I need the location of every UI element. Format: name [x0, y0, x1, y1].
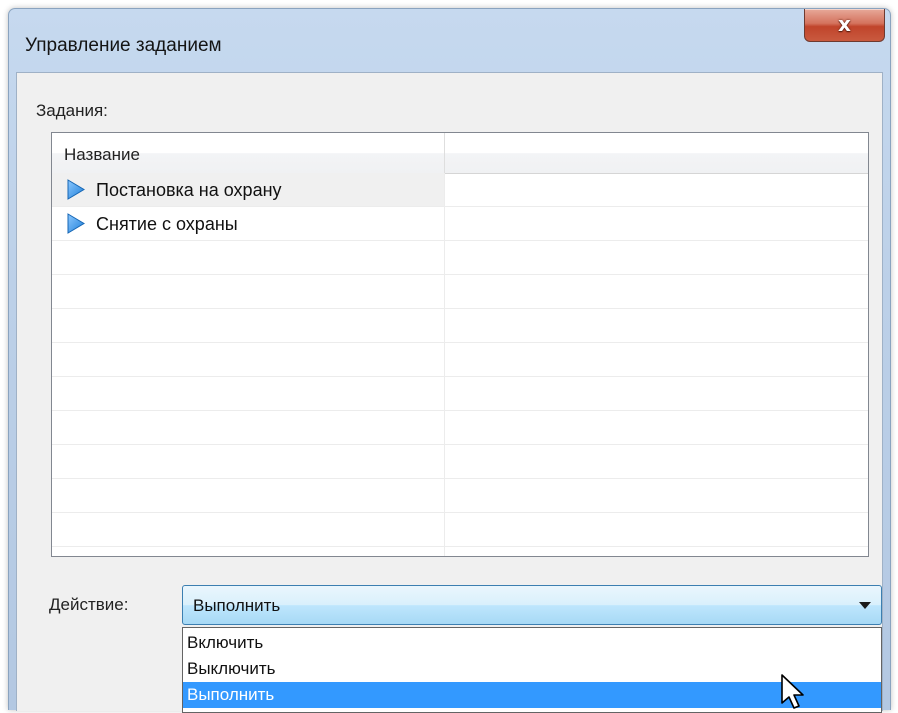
- close-button[interactable]: x: [804, 9, 885, 42]
- dialog-body: Задания: Название Постановка на охрану С…: [16, 72, 883, 713]
- play-triangle-icon: [67, 213, 85, 234]
- empty-row: [52, 309, 868, 343]
- empty-row: [52, 343, 868, 377]
- play-triangle-icon: [67, 179, 85, 200]
- option-disable[interactable]: Выключить: [183, 656, 881, 682]
- list-item[interactable]: Снятие с охраны: [52, 207, 868, 241]
- action-dropdown-list: Включить Выключить Выполнить: [182, 627, 882, 713]
- dialog-window: Управление заданием x Задания: Название: [8, 8, 891, 713]
- empty-row: [52, 275, 868, 309]
- tasks-label: Задания:: [36, 101, 108, 120]
- action-select-value: Выполнить: [193, 596, 281, 615]
- empty-row: [52, 513, 868, 547]
- column-header-name[interactable]: Название: [52, 133, 445, 173]
- empty-row: [52, 377, 868, 411]
- list-item[interactable]: Постановка на охрану: [52, 173, 868, 207]
- empty-row: [52, 241, 868, 275]
- empty-row: [52, 411, 868, 445]
- column-header-empty[interactable]: [445, 133, 868, 173]
- column-header-label: Название: [64, 145, 140, 164]
- list-item-label: Постановка на охрану: [96, 180, 282, 200]
- option-enable[interactable]: Включить: [183, 630, 881, 656]
- empty-row: [52, 445, 868, 479]
- list-item-label: Снятие с охраны: [96, 214, 238, 234]
- close-icon: x: [838, 12, 851, 36]
- option-execute[interactable]: Выполнить: [183, 682, 881, 708]
- action-select[interactable]: Выполнить: [182, 585, 882, 625]
- tasks-list[interactable]: Название Постановка на охрану Снятие с о…: [51, 132, 869, 557]
- empty-row: [52, 479, 868, 513]
- chevron-down-icon[interactable]: [859, 602, 871, 609]
- dialog-title: Управление заданием: [25, 35, 222, 56]
- mouse-cursor-icon: [781, 674, 804, 709]
- action-label: Действие:: [49, 595, 129, 614]
- list-header: Название: [52, 133, 868, 174]
